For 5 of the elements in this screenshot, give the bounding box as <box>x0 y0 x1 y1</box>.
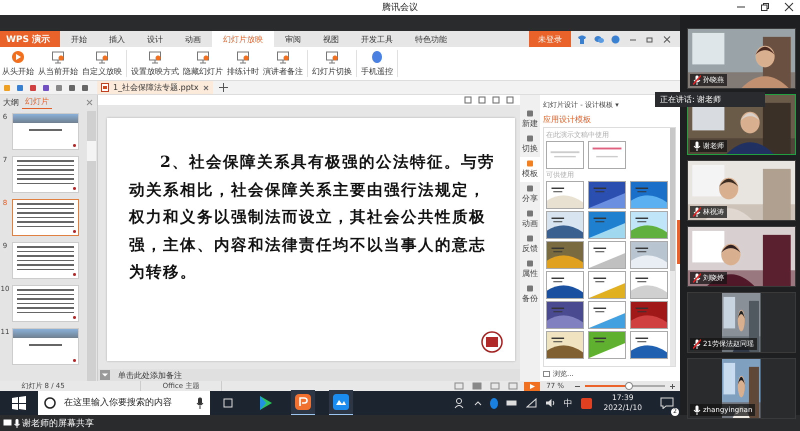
pane-heading: 应用设计模板 <box>543 114 592 126</box>
slide-text: 2、社会保障关系具有极强的公法特征。与劳动关系相比，社会保障关系主要由强行法规定，权力和义务以强制法而设立，其社会公共性质极强，主体、内容和法律责任均不以当事人的意志为转移。 <box>129 151 495 283</box>
screen-share-label: 谢老师的屏幕共享 <box>22 418 94 430</box>
speaking-tooltip: 正在讲话: 谢老师 <box>655 92 765 107</box>
window-title: 腾讯会议 <box>382 2 418 14</box>
